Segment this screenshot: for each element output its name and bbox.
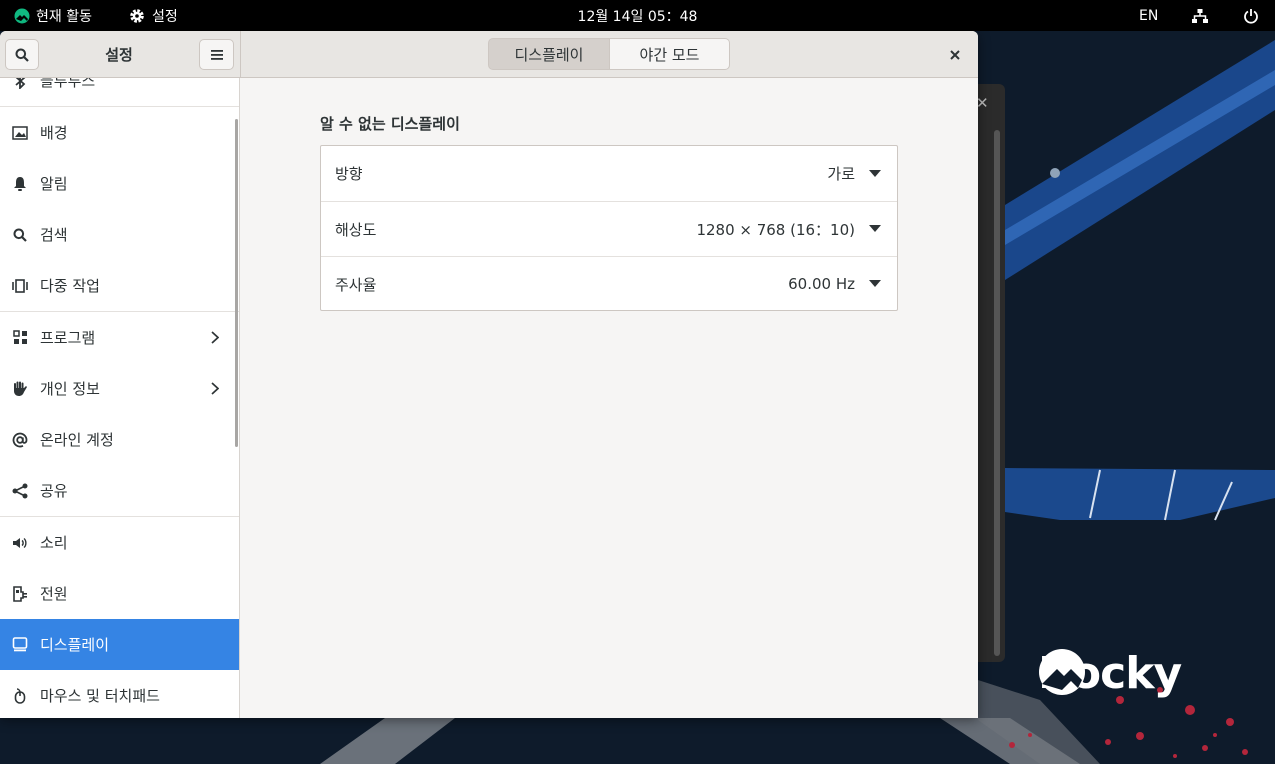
view-switcher: 디스플레이 야간 모드 [488, 38, 730, 70]
bluetooth-icon [12, 78, 28, 89]
language-indicator[interactable]: EN [1139, 0, 1158, 31]
search-icon [12, 227, 28, 243]
sidebar-item-label: 프로그램 [40, 329, 96, 347]
sidebar-item-power[interactable]: 전원 [0, 568, 239, 619]
sidebar-item-apps[interactable]: 프로그램 [0, 312, 239, 363]
settings-window: 설정 디스플레이 야간 모드 블루투스 배경 알림 검색 다중 작업 프로그램 … [0, 31, 978, 718]
search-button[interactable] [5, 39, 39, 70]
refresh-rate-row[interactable]: 주사율 60.00 Hz [321, 256, 897, 311]
dropdown-arrow-icon [869, 280, 881, 287]
share-icon [12, 483, 28, 499]
sidebar-item-sharing[interactable]: 공유 [0, 465, 239, 516]
language-label: EN [1139, 7, 1159, 24]
sidebar-item-label: 온라인 계정 [40, 431, 114, 449]
speaker-icon [12, 535, 28, 551]
sidebar-item-label: 블루투스 [40, 78, 96, 90]
resolution-row[interactable]: 해상도 1280 × 768 (16：10) [321, 201, 897, 256]
multitasking-icon [12, 278, 28, 294]
sidebar-item-online-accounts[interactable]: 온라인 계정 [0, 414, 239, 465]
tab-display[interactable]: 디스플레이 [488, 38, 610, 70]
background-window-scrollbar[interactable] [994, 130, 1000, 656]
header-divider [240, 31, 241, 78]
tab-night-light[interactable]: 야간 모드 [610, 38, 730, 70]
app-menu[interactable]: 설정 [128, 0, 178, 31]
sidebar-item-notifications[interactable]: 알림 [0, 158, 239, 209]
sidebar-item-label: 배경 [40, 124, 68, 142]
orientation-value: 가로 [827, 165, 855, 183]
display-name-title: 알 수 없는 디스플레이 [320, 115, 460, 133]
sidebar-item-privacy[interactable]: 개인 정보 [0, 363, 239, 414]
resolution-label: 해상도 [335, 220, 377, 239]
sidebar-item-search[interactable]: 검색 [0, 209, 239, 260]
display-panel: 알 수 없는 디스플레이 방향 가로 해상도 1280 × 768 (16：10… [241, 78, 978, 718]
background-icon [12, 125, 28, 141]
sidebar-item-label: 개인 정보 [40, 380, 100, 398]
bell-icon [12, 176, 28, 192]
chevron-right-icon [211, 381, 223, 397]
dropdown-arrow-icon [869, 169, 881, 177]
network-icon[interactable] [1191, 0, 1209, 31]
display-settings-list: 방향 가로 해상도 1280 × 768 (16：10) 주사율 60.00 H… [320, 145, 898, 311]
settings-sidebar[interactable]: 블루투스 배경 알림 검색 다중 작업 프로그램 개인 정보 온라인 계정 공유… [0, 78, 240, 718]
app-menu-label: 설정 [152, 8, 178, 25]
sidebar-item-label: 검색 [40, 226, 68, 244]
dropdown-arrow-icon [869, 225, 881, 232]
sidebar-item-label: 디스플레이 [40, 636, 110, 654]
sidebar-item-displays[interactable]: 디스플레이 [0, 619, 239, 670]
rocky-logo: Rocky [1038, 648, 1182, 699]
rocky-activities-icon [14, 8, 30, 23]
primary-menu-button[interactable] [199, 39, 234, 70]
window-close-button[interactable] [944, 44, 966, 66]
activities-label: 현재 활동 [36, 8, 92, 25]
sidebar-title: 설정 [105, 46, 133, 64]
power-icon[interactable] [1243, 0, 1259, 31]
orientation-row[interactable]: 방향 가로 [321, 146, 897, 201]
sidebar-item-label: 소리 [40, 534, 68, 552]
sidebar-item-label: 알림 [40, 175, 68, 193]
chevron-right-icon [211, 330, 223, 346]
resolution-value: 1280 × 768 (16：10) [696, 220, 855, 239]
sidebar-item-sound[interactable]: 소리 [0, 517, 239, 568]
sidebar-scrollbar[interactable] [235, 119, 238, 447]
sidebar-item-label: 전원 [40, 585, 68, 603]
orientation-label: 방향 [335, 165, 363, 183]
header-bar: 설정 디스플레이 야간 모드 [0, 31, 978, 78]
refresh-rate-label: 주사율 [335, 275, 377, 294]
clock-container: 12월 14일 05：48 [0, 0, 1275, 31]
hand-icon [12, 381, 28, 397]
monitor-icon [12, 637, 28, 653]
top-bar: 현재 활동 설정 12월 14일 05：48 EN [0, 0, 1275, 31]
sidebar-item-mouse-touchpad[interactable]: 마우스 및 터치패드 [0, 670, 239, 718]
mouse-icon [12, 687, 28, 704]
sidebar-item-background[interactable]: 배경 [0, 107, 239, 158]
sidebar-item-label: 마우스 및 터치패드 [40, 687, 160, 705]
refresh-rate-value: 60.00 Hz [788, 275, 855, 293]
close-icon [950, 50, 960, 60]
activities-button[interactable]: 현재 활동 [14, 0, 92, 31]
search-icon [15, 48, 29, 62]
clock[interactable]: 12월 14일 05：48 [578, 6, 698, 26]
sidebar-item-multitasking[interactable]: 다중 작업 [0, 260, 239, 311]
sidebar-item-label: 다중 작업 [40, 277, 100, 295]
apps-grid-icon [12, 330, 28, 346]
at-icon [12, 432, 28, 448]
gear-icon [130, 8, 144, 23]
rocky-logo-icon [1039, 649, 1085, 695]
sidebar-item-label: 공유 [40, 482, 68, 500]
sidebar-item-bluetooth[interactable]: 블루투스 [0, 78, 239, 106]
power-plug-icon [12, 585, 28, 602]
hamburger-menu-icon [210, 49, 223, 60]
